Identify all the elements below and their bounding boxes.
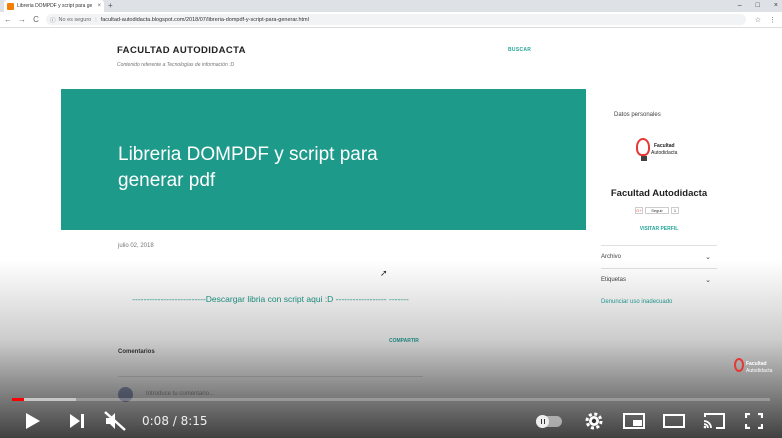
autoplay-toggle[interactable] — [536, 415, 562, 428]
player-controls: 0:08 / 8:15 — [0, 404, 782, 438]
next-icon — [70, 414, 84, 428]
blog-page: FACULTAD AUTODIDACTA Contenido referente… — [0, 28, 782, 438]
toolbar-right: ☆ ⋮ — [755, 12, 776, 28]
download-link[interactable]: --------------------------Descargar libr… — [118, 292, 423, 307]
archive-label: Archivo — [601, 254, 622, 260]
separator: | — [95, 16, 97, 23]
lightbulb-icon — [636, 138, 650, 156]
close-window-button[interactable]: × — [774, 0, 778, 12]
miniplayer-icon — [623, 413, 645, 429]
window-controls: – □ × — [738, 0, 778, 12]
comments-divider — [118, 376, 423, 377]
back-button[interactable]: ← — [2, 15, 14, 24]
volume-muted-icon — [104, 411, 126, 431]
minimize-button[interactable]: – — [738, 0, 742, 12]
url-text: facultad-autodidacta.blogspot.com/2018/0… — [100, 16, 309, 23]
tab-title: Libreria DOMPDF y script para ge — [17, 3, 93, 9]
archive-dropdown[interactable]: Archivo ⌄ — [601, 245, 717, 268]
visit-profile-link[interactable]: VISITAR PERFIL — [604, 226, 714, 232]
address-bar[interactable]: ⓘ No es seguro | facultad-autodidacta.bl… — [46, 14, 746, 25]
reload-button[interactable]: C — [30, 15, 42, 24]
not-secure-label: No es seguro — [58, 16, 92, 23]
lightbulb-icon — [734, 358, 744, 372]
comments-heading: Comentarios — [118, 349, 155, 355]
profile-name[interactable]: Facultad Autodidacta — [604, 188, 714, 199]
post-date[interactable]: julio 02, 2018 — [118, 243, 154, 249]
comment-input[interactable]: Introduce tu comentario... — [146, 391, 214, 397]
next-button[interactable] — [66, 410, 88, 432]
labels-dropdown[interactable]: Etiquetas ⌄ — [601, 268, 717, 291]
play-button[interactable] — [22, 410, 44, 432]
mute-button[interactable] — [104, 410, 126, 432]
play-icon — [26, 413, 40, 429]
maximize-button[interactable]: □ — [756, 0, 760, 12]
personal-data-title: Datos personales — [614, 112, 661, 118]
blogger-favicon-icon — [7, 2, 14, 10]
time-display: 0:08 / 8:15 — [142, 414, 208, 428]
share-button[interactable]: COMPARTIR — [389, 338, 419, 344]
search-button[interactable]: BUSCAR — [508, 47, 531, 53]
theater-mode-button[interactable] — [663, 410, 685, 432]
new-tab-button[interactable]: + — [108, 0, 113, 12]
progress-bar[interactable] — [12, 398, 770, 401]
gear-icon — [585, 412, 603, 430]
report-abuse-link[interactable]: Denunciar uso inadecuado — [601, 299, 672, 305]
post-hero: Libreria DOMPDF y script para generar pd… — [61, 89, 586, 230]
chevron-down-icon: ⌄ — [705, 277, 711, 284]
settings-button[interactable] — [583, 410, 605, 432]
fullscreen-icon — [745, 413, 763, 429]
bookmark-star-icon[interactable]: ☆ — [755, 16, 761, 24]
logo-text-1: Facultad — [654, 143, 675, 149]
lightbulb-base-icon — [641, 156, 647, 161]
menu-icon[interactable]: ⋮ — [769, 16, 776, 24]
pause-icon — [536, 415, 549, 428]
browser-tab[interactable]: Libreria DOMPDF y script para ge × — [4, 0, 104, 12]
forward-button[interactable]: → — [16, 15, 28, 24]
watermark-text-1: Facultad — [746, 361, 767, 367]
blog-description: Contenido referente a Tecnologías de inf… — [117, 62, 235, 68]
info-icon[interactable]: ⓘ — [50, 16, 56, 24]
theater-icon — [663, 414, 685, 428]
cast-icon — [703, 413, 725, 429]
blog-title[interactable]: FACULTAD AUTODIDACTA — [117, 45, 246, 56]
follow-count: 1 — [671, 207, 679, 214]
chevron-down-icon: ⌄ — [705, 254, 711, 261]
labels-label: Etiquetas — [601, 277, 627, 283]
miniplayer-button[interactable] — [623, 410, 645, 432]
post-title: Libreria DOMPDF y script para generar pd… — [118, 144, 378, 191]
browser-tab-strip: Libreria DOMPDF y script para ge × + – □… — [0, 0, 782, 12]
google-plus-icon: G+ — [635, 207, 643, 214]
cast-button[interactable] — [703, 410, 725, 432]
fullscreen-button[interactable] — [743, 410, 765, 432]
watermark-text-2: Autodidacta — [746, 368, 773, 374]
mouse-cursor-icon: ➚ — [380, 268, 388, 278]
channel-watermark[interactable]: Facultad Autodidacta — [734, 358, 774, 384]
google-plus-follow: G+ Seguir 1 — [635, 207, 683, 215]
profile-logo[interactable]: Facultad Autodidacta — [634, 138, 684, 168]
browser-toolbar: ← → C ⓘ No es seguro | facultad-autodida… — [0, 12, 782, 28]
follow-button[interactable]: Seguir — [645, 207, 669, 214]
logo-text-2: Autodidacta — [651, 150, 678, 156]
tab-close-icon[interactable]: × — [97, 3, 101, 9]
played-bar — [12, 398, 25, 401]
